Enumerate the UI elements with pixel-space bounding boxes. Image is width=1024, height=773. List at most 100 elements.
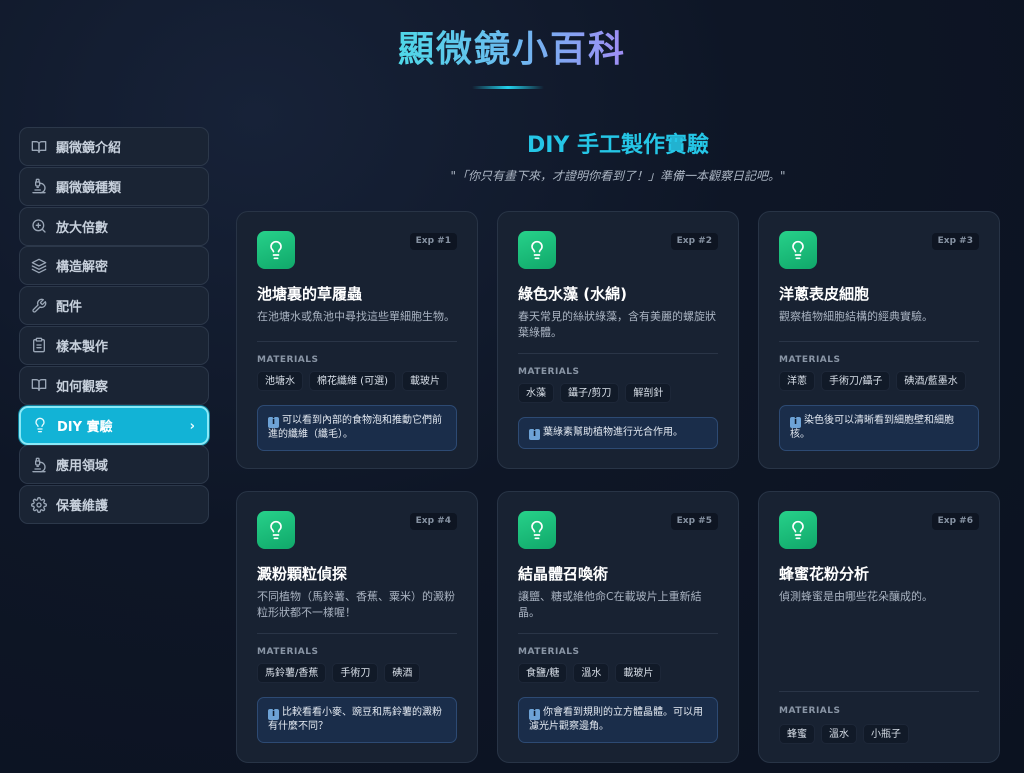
tip-text: 比較看看小麥、豌豆和馬鈴薯的澱粉有什麼不同？ [268,707,442,732]
sidebar-item-label: 應用領域 [56,459,109,475]
divider [257,341,457,342]
tip-box: i 染色後可以清晰看到細胞壁和細胞核。 [779,405,979,451]
experiment-title: 蜂蜜花粉分析 [779,565,870,583]
materials-label: MATERIALS [257,647,319,657]
experiment-card: Exp #3 洋蔥表皮細胞 觀察植物細胞結構的經典實驗。 MATERIALS 洋蔥 手術刀… [758,211,1000,469]
sidebar-item[interactable]: 顯微鏡種類 [19,166,209,206]
tip-box: i 葉綠素幫助植物進行光合作用。 [518,417,718,449]
lightbulb-icon [779,231,817,269]
sidebar-item[interactable]: 應用領域 [19,445,209,485]
sidebar-item-label: DIY 實驗 [57,419,113,435]
site-title: 顯微鏡小百科 [397,29,626,70]
layers-icon [31,258,47,274]
tip-text: 染色後可以清晰看到細胞壁和細胞核。 [790,415,954,440]
materials-label: MATERIALS [779,355,841,365]
tip-box: i 比較看看小麥、豌豆和馬鈴薯的澱粉有什麼不同？ [257,697,457,743]
materials-label: MATERIALS [518,647,580,657]
material-tag: 手術刀 [332,663,379,683]
material-tag: 池塘水 [257,371,303,391]
info-icon: i [529,709,540,720]
materials-list: 池塘水 棉花纖維 (可選) 載玻片 [257,371,448,391]
lightbulb-icon [518,511,556,549]
experiment-number-badge: Exp #2 [670,233,718,250]
material-tag: 蜂蜜 [779,724,815,744]
microscope-icon [31,457,47,473]
materials-list: 水藻 鑷子/剪刀 解剖針 [518,383,672,403]
divider [779,341,979,342]
info-icon: i [529,429,540,440]
info-icon: i [268,417,279,428]
material-tag: 手術刀/鑷子 [821,371,891,391]
sidebar-item[interactable]: 保養維護 [19,485,209,525]
material-tag: 碘酒 [384,663,421,683]
info-icon: i [790,417,801,428]
sidebar-item[interactable]: 樣本製作 [19,325,209,365]
material-tag: 洋蔥 [779,371,815,391]
gear-icon [31,496,47,513]
materials-label: MATERIALS [779,706,841,716]
wrench-icon [31,298,47,314]
sidebar-item-label: 顯微鏡介紹 [56,141,122,156]
materials-list: 食鹽/糖 溫水 載玻片 [518,663,662,683]
sidebar-item-label: 保養維護 [56,499,109,515]
experiment-title: 洋蔥表皮細胞 [779,285,870,303]
sidebar-item-label: 顯微鏡種類 [56,180,122,196]
experiment-description: 偵測蜂蜜是由哪些花朵釀成的。 [779,590,933,603]
material-tag: 食鹽/糖 [518,663,568,683]
materials-label: MATERIALS [518,367,580,377]
sidebar-item-label: 如何觀察 [56,379,109,395]
divider [779,691,979,692]
experiment-number-badge: Exp #5 [670,513,718,530]
sidebar-item[interactable]: DIY 實驗 › [19,405,209,445]
material-tag: 載玻片 [401,371,448,391]
divider [257,633,457,634]
experiment-card: Exp #4 澱粉顆粒偵探 不同植物（馬鈴薯、香蕉、粟米）的澱粉粒形狀都不一樣喔！ M… [236,491,478,763]
title-underline [472,86,544,89]
materials-list: 馬鈴薯/香蕉 手術刀 碘酒 [257,663,421,683]
microscope-icon [31,178,47,194]
lightbulb-icon [257,231,295,269]
experiment-number-badge: Exp #3 [931,233,979,250]
material-tag: 小瓶子 [863,724,909,744]
chevron-right-icon: › [189,418,195,434]
sidebar-item[interactable]: 顯微鏡介紹 [19,127,209,166]
experiment-card: Exp #6 蜂蜜花粉分析偵測蜂蜜是由哪些花朵釀成的。 MATERIALS 蜂蜜 溫水小… [758,491,1000,763]
sidebar-item[interactable]: 構造解密 [19,246,209,286]
material-tag: 鑷子/剪刀 [560,383,620,403]
experiment-title: 綠色水藻 (水綿) [518,285,627,303]
experiment-description: 在池塘水或魚池中尋找這些單細胞生物。 [257,310,455,323]
lightbulb-icon [257,511,295,549]
lightbulb-icon [779,511,817,549]
sidebar-item-label: 放大倍數 [56,220,109,236]
material-tag: 碘酒/藍墨水 [896,371,966,391]
sidebar-item[interactable]: 如何觀察 [19,365,209,405]
sidebar-item[interactable]: 放大倍數 [19,206,209,246]
sidebar-nav: 顯微鏡介紹顯微鏡種類放大倍數構造解密配件樣本製作如何觀察 DIY 實驗 › 應用領域保… [19,127,209,525]
material-tag: 溫水 [821,724,857,744]
tip-box: i 可以看到內部的食物泡和推動它們前進的纖維（纖毛）。 [257,405,457,451]
materials-list: 蜂蜜 溫水 小瓶子 [779,724,909,744]
tip-text: 可以看到內部的食物泡和推動它們前進的纖維（纖毛）。 [268,415,442,440]
experiment-description: 春天常見的絲狀綠藻，含有美麗的螺旋狀葉綠體。 [518,310,716,339]
experiment-description: 不同植物（馬鈴薯、香蕉、粟米）的澱粉粒形狀都不一樣喔！ [257,590,455,619]
zoom-in-icon [31,218,47,234]
section-quote: "「你只有畫下來，才證明你看到了！」準備一本觀察日記吧。" [450,169,786,183]
material-tag: 解剖針 [625,383,672,403]
tip-text: 葉綠素幫助植物進行光合作用。 [543,427,683,438]
divider [518,633,718,634]
material-tag: 水藻 [518,383,554,403]
book-open-icon [31,139,47,155]
section-title: DIY 手工製作實驗 [526,133,710,158]
sidebar-item-label: 樣本製作 [56,339,109,355]
divider [518,353,718,354]
experiment-number-badge: Exp #1 [409,233,457,250]
lightbulb-icon [32,417,48,433]
tip-box: i 你會看到規則的立方體晶體。可以用濾光片觀察邊角。 [518,697,718,743]
experiment-number-badge: Exp #6 [931,513,979,530]
sidebar-item[interactable]: 配件 [19,286,209,326]
lightbulb-icon [518,231,556,269]
experiment-card: Exp #1 池塘裏的草履蟲 在池塘水或魚池中尋找這些單細胞生物。 MATERIALS… [236,211,478,469]
sidebar-item-label: 構造解密 [56,260,109,276]
experiment-card: Exp #5 結晶體召喚術 讓鹽、糖或維他命C在載玻片上重新結晶。 MATERIALS… [497,491,739,763]
material-tag: 溫水 [573,663,610,683]
